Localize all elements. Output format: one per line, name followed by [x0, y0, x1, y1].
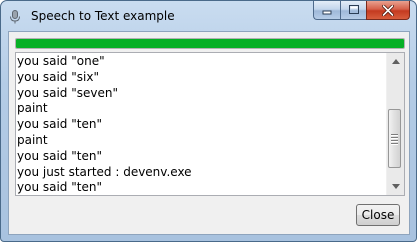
- log-line: you said "ten": [17, 117, 102, 132]
- progress-bar: [15, 38, 405, 49]
- caption-buttons: [313, 1, 410, 21]
- app-window: Speech to Text example you said "one" yo…: [0, 0, 417, 242]
- progress-fill: [16, 39, 404, 48]
- log-line: paint: [17, 101, 48, 116]
- arrow-down-icon: [391, 184, 400, 189]
- minimize-icon: [322, 10, 332, 15]
- log-line: you said "seven": [17, 85, 118, 100]
- log-line: you said "six": [17, 69, 99, 84]
- scroll-up-button[interactable]: [387, 53, 404, 70]
- minimize-button[interactable]: [313, 1, 340, 20]
- vertical-scrollbar[interactable]: [386, 53, 404, 195]
- log-lines: you said "one" you said "six" you said "…: [17, 54, 387, 196]
- maximize-icon: [348, 5, 359, 14]
- close-button[interactable]: Close: [356, 204, 400, 226]
- recognition-log[interactable]: you said "one" you said "six" you said "…: [15, 52, 405, 196]
- client-area: you said "one" you said "six" you said "…: [8, 31, 410, 235]
- close-icon: [382, 4, 394, 16]
- window-title: Speech to Text example: [31, 9, 175, 23]
- arrow-up-icon: [391, 59, 400, 64]
- log-line: you just started : devenv.exe: [17, 164, 192, 179]
- log-line: you said "ten": [17, 180, 102, 195]
- close-window-button[interactable]: [366, 1, 410, 20]
- title-bar[interactable]: Speech to Text example: [1, 1, 416, 31]
- log-line: paint: [17, 132, 48, 147]
- maximize-button[interactable]: [340, 1, 366, 20]
- log-line: you said "ten": [17, 148, 102, 163]
- microphone-icon: [10, 10, 20, 24]
- scroll-thumb[interactable]: [388, 109, 401, 168]
- log-line: you said "one": [17, 54, 105, 68]
- scroll-down-button[interactable]: [387, 178, 404, 195]
